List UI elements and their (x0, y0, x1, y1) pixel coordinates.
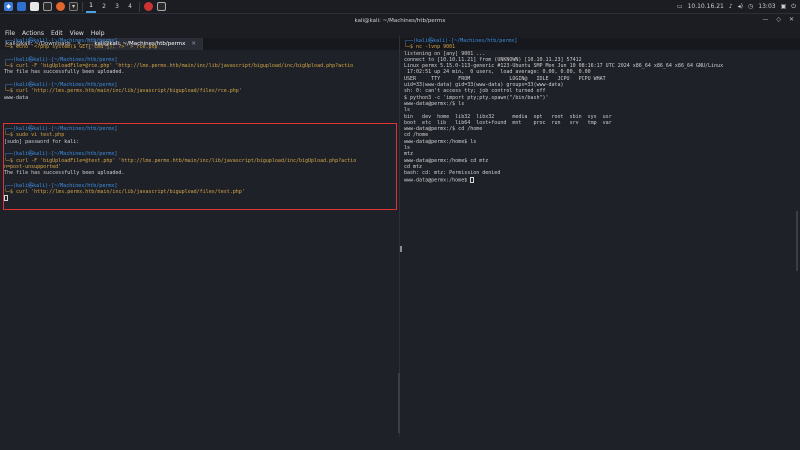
bell-icon[interactable]: ♪ (729, 3, 733, 10)
shell-prompt: www-data@permx:/home$ (404, 177, 471, 184)
minimize-icon[interactable]: — (762, 16, 768, 23)
clock-icon: ◷ (748, 3, 754, 10)
scrollbar-right[interactable] (796, 211, 798, 271)
workspace-3[interactable]: 3 (112, 1, 122, 13)
maximize-icon[interactable]: ◇ (776, 16, 781, 23)
volume-icon[interactable]: ◂) (738, 3, 743, 10)
file-manager-icon[interactable] (30, 2, 39, 11)
firefox-icon[interactable] (56, 2, 65, 11)
terminal-pane-left[interactable]: ┌──(kali㉿kali)-[~/Machines/htb/permx] └─$… (0, 36, 400, 436)
taskbar: ◆ ▾ 1 2 3 4 ▭ 10.10.16.21 ♪ ◂) ◷ 13:03 ▣… (0, 0, 800, 14)
split-panes: ┌──(kali㉿kali)-[~/Machines/htb/permx] └─$… (0, 36, 800, 436)
kali-menu-icon[interactable]: ◆ (4, 2, 13, 11)
desktop-icon[interactable] (17, 2, 26, 11)
workspace-4[interactable]: 4 (125, 1, 135, 13)
lock-icon[interactable]: ▣ (781, 3, 787, 10)
terminal-launcher-icon[interactable] (43, 2, 52, 11)
text-cursor (470, 176, 475, 183)
vpn-ip-label: 10.10.16.21 (687, 3, 724, 10)
terminal-pane-right[interactable]: ┌──(kali㉿kali)-[~/Machines/htb/permx] └─$… (400, 36, 800, 436)
terminal-app-icon[interactable] (157, 2, 166, 11)
pane-splitter-handle[interactable] (400, 246, 402, 252)
taskbar-separator (82, 1, 83, 12)
dropdown-icon[interactable]: ▾ (69, 2, 78, 11)
shell-prompt-line: www-data@permx:/home$ (404, 176, 796, 184)
power-icon[interactable]: ⏻ (791, 3, 796, 11)
scrollbar-left[interactable] (398, 373, 400, 433)
window-title: kali@kali: ~/Machines/htb/permx (354, 18, 446, 24)
clock-time[interactable]: 13:03 (758, 3, 775, 10)
workspace-1[interactable]: 1 (86, 1, 96, 13)
workspace-2[interactable]: 2 (99, 1, 109, 13)
monitor-icon[interactable]: ▭ (677, 3, 683, 10)
burp-app-icon[interactable] (144, 2, 153, 11)
taskbar-separator (139, 1, 140, 12)
highlight-annotation-box (3, 123, 397, 210)
window-titlebar[interactable]: kali@kali: ~/Machines/htb/permx — ◇ ✕ (0, 14, 800, 28)
close-icon[interactable]: ✕ (789, 16, 794, 23)
